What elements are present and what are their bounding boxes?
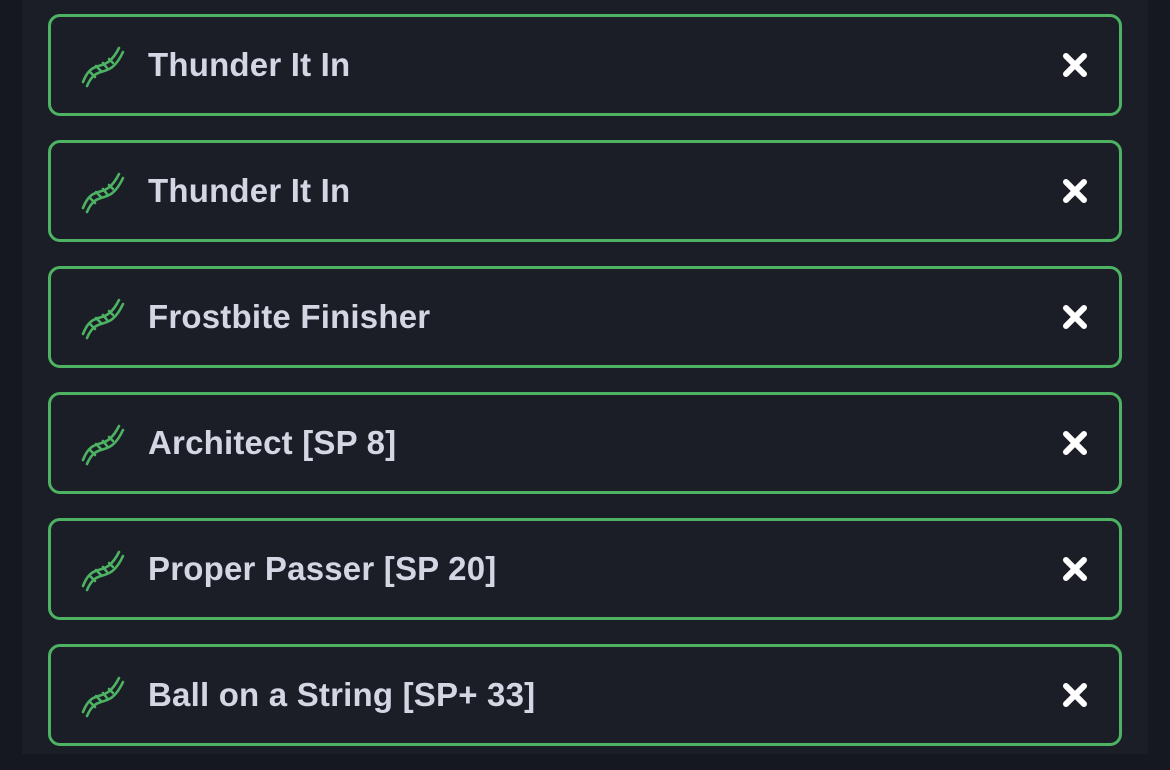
dna-icon <box>81 676 125 718</box>
close-icon <box>1063 683 1087 707</box>
remove-button[interactable] <box>1057 47 1093 83</box>
item-label: Frostbite Finisher <box>148 298 431 335</box>
remove-button[interactable] <box>1057 425 1093 461</box>
remove-button[interactable] <box>1057 551 1093 587</box>
dna-icon <box>81 424 125 466</box>
close-icon <box>1063 557 1087 581</box>
item-label: Thunder It In <box>148 172 351 209</box>
list-item: Thunder It In <box>48 140 1122 242</box>
item-label: Thunder It In <box>148 46 351 83</box>
remove-button[interactable] <box>1057 677 1093 713</box>
list-item: Architect [SP 8] <box>48 392 1122 494</box>
list-item: Frostbite Finisher <box>48 266 1122 368</box>
close-icon <box>1063 305 1087 329</box>
dna-icon <box>81 550 125 592</box>
close-icon <box>1063 431 1087 455</box>
close-icon <box>1063 53 1087 77</box>
item-label: Ball on a String [SP+ 33] <box>148 676 536 713</box>
item-label: Architect [SP 8] <box>148 424 397 461</box>
dna-icon <box>81 46 125 88</box>
item-label: Proper Passer [SP 20] <box>148 550 497 587</box>
ability-list: Thunder It In Thunder It In Frostbite Fi… <box>48 14 1122 770</box>
list-item: Thunder It In <box>48 14 1122 116</box>
close-icon <box>1063 179 1087 203</box>
remove-button[interactable] <box>1057 173 1093 209</box>
list-item: Ball on a String [SP+ 33] <box>48 644 1122 746</box>
list-item: Proper Passer [SP 20] <box>48 518 1122 620</box>
dna-icon <box>81 172 125 214</box>
dna-icon <box>81 298 125 340</box>
remove-button[interactable] <box>1057 299 1093 335</box>
